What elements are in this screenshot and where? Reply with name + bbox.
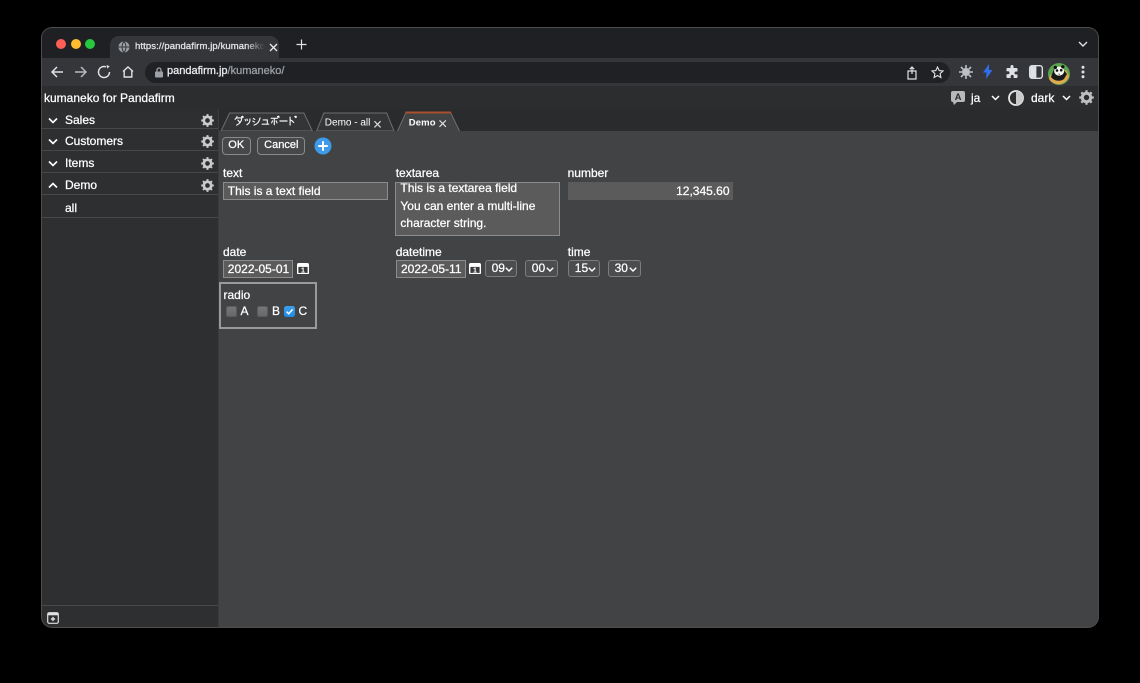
svg-text:1: 1: [300, 265, 304, 274]
svg-text:Demo - all: Demo - all: [325, 118, 371, 129]
svg-text:1: 1: [472, 265, 476, 274]
svg-text:Demo: Demo: [409, 117, 436, 128]
svg-text:A: A: [955, 92, 962, 103]
